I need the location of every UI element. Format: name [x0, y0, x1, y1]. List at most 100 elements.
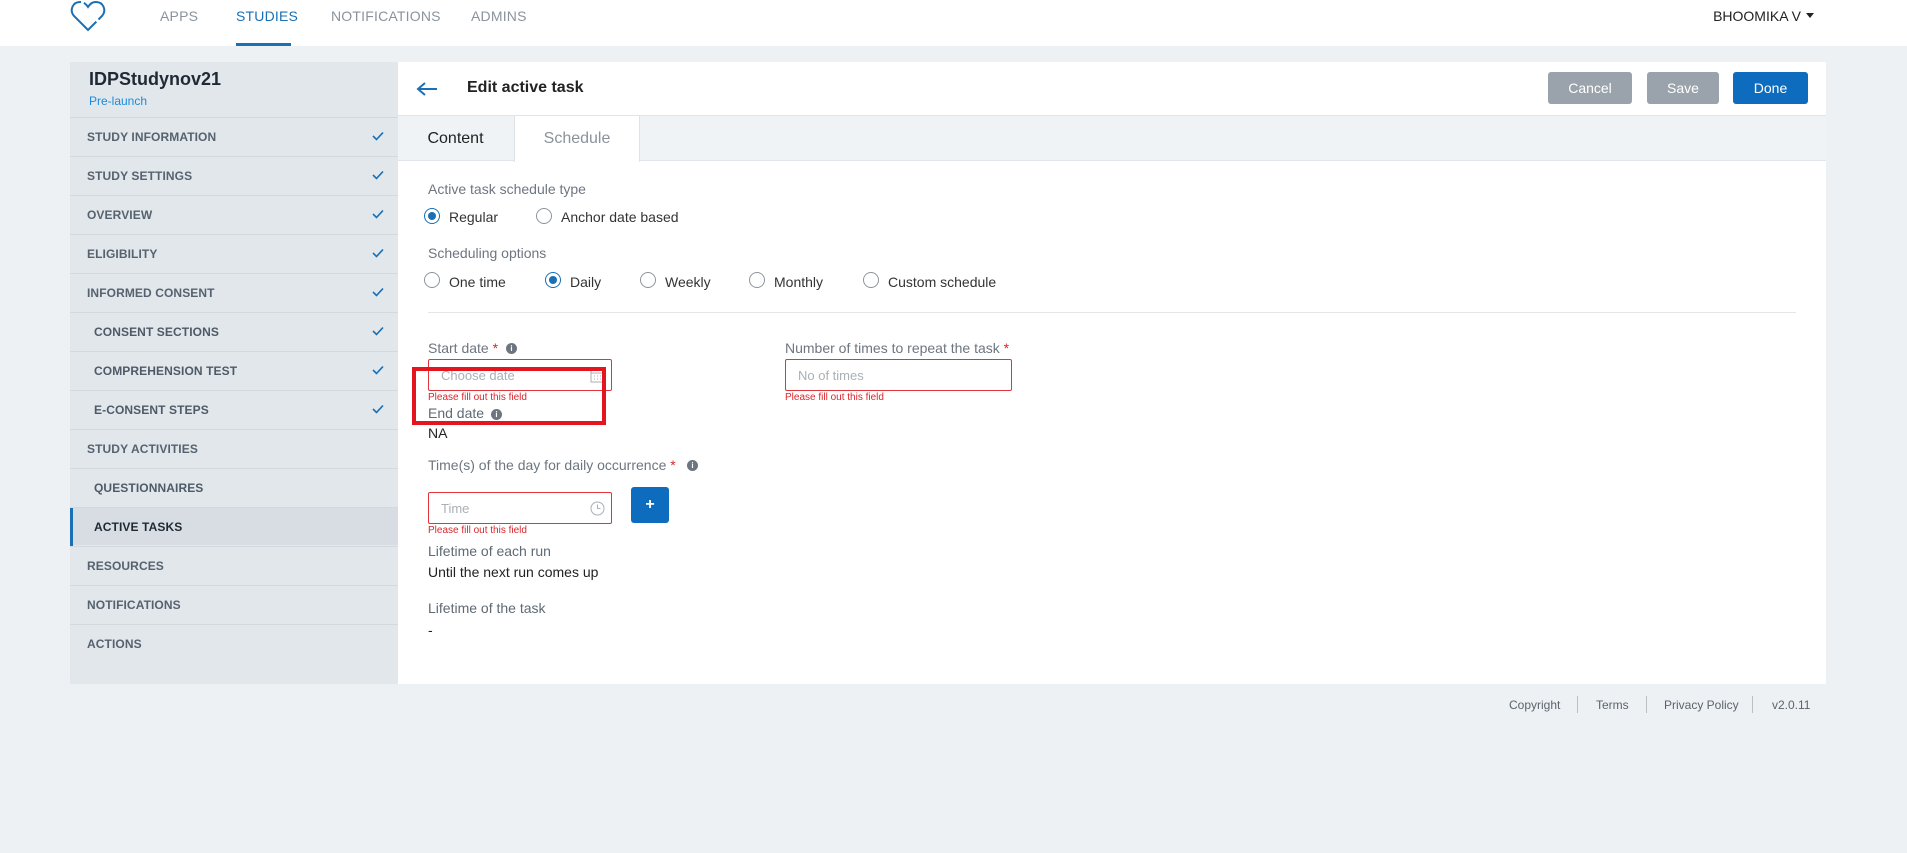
- checkmark-icon: [372, 365, 384, 375]
- sidebar-item-label: STUDY SETTINGS: [87, 169, 193, 183]
- sidebar-item-comprehension-test[interactable]: COMPREHENSION TEST: [70, 351, 398, 389]
- checkmark-icon: [372, 248, 384, 258]
- sidebar-item-label: E-CONSENT STEPS: [94, 403, 209, 417]
- top-navbar: APPS STUDIES NOTIFICATIONS ADMINS BHOOMI…: [0, 0, 1907, 46]
- study-sidebar: IDPStudynov21 Pre-launch STUDY INFORMATI…: [70, 62, 398, 684]
- study-status: Pre-launch: [89, 94, 148, 108]
- sidebar-item-label: QUESTIONNAIRES: [94, 481, 204, 495]
- chevron-down-icon[interactable]: [1806, 13, 1814, 18]
- page-title: Edit active task: [467, 79, 584, 96]
- checkmark-icon: [372, 170, 384, 180]
- sidebar-item-label: INFORMED CONSENT: [87, 286, 215, 300]
- required-mark: *: [1003, 340, 1010, 356]
- sidebar-item-label: ACTIVE TASKS: [94, 520, 183, 534]
- study-title: IDPStudynov21: [89, 69, 222, 89]
- footer-divider: [1577, 696, 1578, 713]
- time-error: Please fill out this field: [428, 525, 527, 536]
- sidebar-item-informed-consent[interactable]: INFORMED CONSENT: [70, 273, 398, 311]
- sidebar-item-label: COMPREHENSION TEST: [94, 364, 238, 378]
- lifetime-task-label: Lifetime of the task: [428, 600, 546, 616]
- add-time-button[interactable]: +: [631, 487, 669, 523]
- sidebar-item-label: RESOURCES: [87, 559, 164, 573]
- radio-custom-schedule[interactable]: [863, 272, 879, 288]
- required-mark: *: [492, 340, 499, 356]
- sidebar-item-label: CONSENT SECTIONS: [94, 325, 219, 339]
- checkmark-icon: [372, 209, 384, 219]
- sidebar-item-study-activities[interactable]: STUDY ACTIVITIES: [70, 429, 398, 467]
- radio-one-time-label: One time: [449, 274, 506, 290]
- sidebar-item-study-information[interactable]: STUDY INFORMATION: [70, 117, 398, 155]
- active-nav-indicator: [236, 43, 291, 46]
- tab-schedule[interactable]: Schedule: [514, 116, 640, 162]
- sidebar-item-label: ACTIONS: [87, 637, 142, 651]
- clock-icon[interactable]: [590, 501, 605, 516]
- user-menu[interactable]: BHOOMIKA V: [1713, 8, 1801, 24]
- lifetime-task-value: -: [428, 622, 433, 638]
- sidebar-item-e-consent-steps[interactable]: E-CONSENT STEPS: [70, 390, 398, 428]
- nav-notifications[interactable]: NOTIFICATIONS: [331, 8, 441, 24]
- sidebar-item-actions[interactable]: ACTIONS: [70, 624, 398, 662]
- radio-weekly-label: Weekly: [665, 274, 711, 290]
- cancel-button[interactable]: Cancel: [1548, 72, 1632, 104]
- sidebar-item-label: STUDY ACTIVITIES: [87, 442, 198, 456]
- schedule-type-label: Active task schedule type: [428, 181, 586, 197]
- sidebar-item-label: STUDY INFORMATION: [87, 130, 217, 144]
- sidebar-item-label: NOTIFICATIONS: [87, 598, 181, 612]
- heart-logo-icon[interactable]: [70, 0, 106, 34]
- sidebar-item-resources[interactable]: RESOURCES: [70, 546, 398, 584]
- footer-privacy[interactable]: Privacy Policy: [1664, 698, 1739, 712]
- checkmark-icon: [372, 287, 384, 297]
- nav-admins[interactable]: ADMINS: [471, 8, 527, 24]
- sidebar-item-label: ELIGIBILITY: [87, 247, 158, 261]
- sidebar-item-consent-sections[interactable]: CONSENT SECTIONS: [70, 312, 398, 350]
- footer-terms[interactable]: Terms: [1596, 698, 1629, 712]
- checkmark-icon: [372, 404, 384, 414]
- done-button[interactable]: Done: [1733, 72, 1808, 104]
- back-arrow-icon[interactable]: [416, 81, 438, 97]
- radio-weekly[interactable]: [640, 272, 656, 288]
- sidebar-item-overview[interactable]: OVERVIEW: [70, 195, 398, 233]
- start-date-label: Start date *: [428, 340, 499, 356]
- lifetime-run-value: Until the next run comes up: [428, 564, 599, 580]
- nav-apps[interactable]: APPS: [160, 8, 198, 24]
- checkmark-icon: [372, 131, 384, 141]
- save-button[interactable]: Save: [1647, 72, 1719, 104]
- highlight-box: [412, 367, 606, 425]
- radio-regular[interactable]: [424, 208, 440, 224]
- required-mark: *: [670, 457, 676, 473]
- time-placeholder: Time: [441, 501, 470, 516]
- sidebar-item-eligibility[interactable]: ELIGIBILITY: [70, 234, 398, 272]
- footer-divider: [1752, 696, 1753, 713]
- radio-custom-schedule-label: Custom schedule: [888, 274, 997, 290]
- times-label: Time(s) of the day for daily occurrence …: [428, 457, 676, 473]
- scheduling-options-label: Scheduling options: [428, 245, 547, 261]
- sidebar-item-label: OVERVIEW: [87, 208, 153, 222]
- footer-divider: [1646, 696, 1647, 713]
- radio-anchor-date-label: Anchor date based: [561, 209, 679, 225]
- sidebar-item-study-settings[interactable]: STUDY SETTINGS: [70, 156, 398, 194]
- sidebar-item-active-tasks[interactable]: ACTIVE TASKS: [70, 507, 398, 546]
- radio-one-time[interactable]: [424, 272, 440, 288]
- time-input[interactable]: Time: [428, 492, 612, 524]
- radio-regular-label: Regular: [449, 209, 499, 225]
- checkmark-icon: [372, 326, 384, 336]
- repeat-times-input[interactable]: No of times: [785, 359, 1012, 391]
- tab-bar: Content Schedule: [398, 116, 1826, 162]
- repeat-times-error: Please fill out this field: [785, 392, 884, 403]
- main-panel: Edit active task Cancel Save Done Conten…: [398, 62, 1826, 684]
- info-icon[interactable]: i: [506, 343, 517, 354]
- radio-monthly-label: Monthly: [774, 274, 824, 290]
- nav-studies[interactable]: STUDIES: [236, 8, 298, 24]
- end-date-value: NA: [428, 425, 448, 441]
- radio-daily-label: Daily: [570, 274, 602, 290]
- footer-copyright[interactable]: Copyright: [1509, 698, 1560, 712]
- tab-content[interactable]: Content: [398, 116, 513, 161]
- radio-daily[interactable]: [545, 272, 561, 288]
- sidebar-item-notifications[interactable]: NOTIFICATIONS: [70, 585, 398, 623]
- page-header: Edit active task Cancel Save Done: [398, 62, 1826, 116]
- sidebar-item-questionnaires[interactable]: QUESTIONNAIRES: [70, 468, 398, 506]
- radio-monthly[interactable]: [749, 272, 765, 288]
- info-icon[interactable]: i: [687, 460, 698, 471]
- radio-anchor-date[interactable]: [536, 208, 552, 224]
- footer-version: v2.0.11: [1772, 698, 1811, 712]
